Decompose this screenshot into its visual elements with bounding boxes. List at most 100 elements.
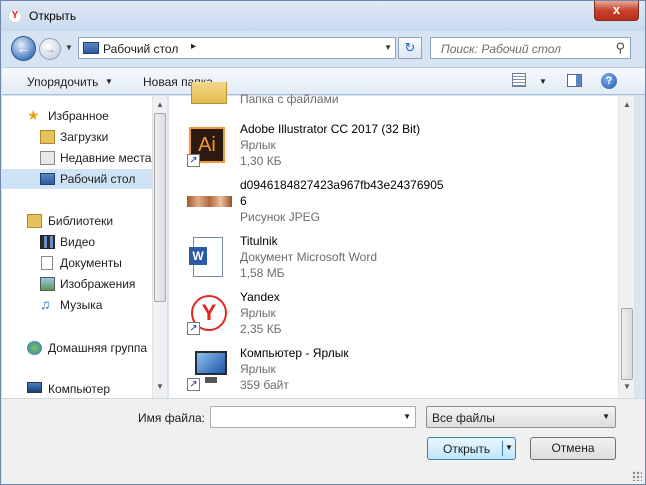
file-type: Ярлык [240,306,276,320]
nav-item-label: Рабочий стол [60,172,136,186]
nav-item-libraries[interactable]: Библиотеки [2,211,152,231]
filename-dropdown-icon[interactable]: ▼ [403,412,411,421]
refresh-button[interactable]: ↻ [398,37,422,59]
file-type: Документ Microsoft Word [240,250,378,264]
scroll-up-icon[interactable]: ▲ [156,100,164,109]
list-item[interactable]: d0946184827423a967fb43e24376905 6 Рисуно… [169,176,609,232]
shortcut-arrow-icon: ↗ [187,322,200,335]
illustrator-icon: Ai ↗ [187,125,229,167]
word-doc-icon: W [187,237,229,279]
images-icon [40,277,55,291]
nav-item-downloads[interactable]: Загрузки [2,127,152,147]
nav-item-label: Документы [60,256,122,270]
filetype-select[interactable]: Все файлы ▼ [426,406,616,428]
back-arrow-icon: ← [16,40,31,56]
scrollbar-thumb[interactable] [154,113,166,302]
nav-item-label: Библиотеки [48,214,114,228]
nav-item-label: Недавние места [60,151,152,165]
search-placeholder: Поиск: Рабочий стол [441,42,561,56]
desktop-icon [40,173,55,185]
window-border [634,96,645,398]
address-bar[interactable]: Рабочий стол ▸ ▼ [78,37,396,59]
nav-item-label: Загрузки [60,130,109,144]
file-list: Папка с файлами Ai ↗ Adobe Illustrator C… [169,82,618,400]
address-dropdown-icon[interactable]: ▼ [384,43,392,52]
file-name: Компьютер - Ярлык [240,346,349,360]
scroll-down-icon[interactable]: ▼ [156,382,164,391]
monitor-screen [195,351,227,375]
resize-grip-icon[interactable] [632,471,642,481]
open-button-label: Открыть [443,442,491,456]
word-logo: W [189,247,207,265]
nav-item-homegroup[interactable]: Домашняя группа [2,338,152,358]
organize-dropdown-icon[interactable]: ▼ [105,77,113,86]
filename-label: Имя файла: [138,411,205,425]
file-list-scrollbar[interactable]: ▲ ▼ [618,96,634,398]
file-name: Adobe Illustrator CC 2017 (32 Bit) [240,122,421,136]
nav-item-label: Музыка [60,298,103,312]
nav-item-label: Изображения [60,277,136,291]
monitor-stand [205,377,217,383]
open-dropdown-icon[interactable]: ▼ [505,443,513,452]
open-file-dialog: Y Открыть x ← → ▼ Рабочий стол ▸ ▼ ↻ Пои… [0,0,646,485]
homegroup-icon [27,341,42,355]
navigation-scrollbar[interactable]: ▲ ▼ [152,96,167,398]
file-name: Titulnik [240,234,278,248]
documents-icon [41,256,53,270]
shortcut-arrow-icon: ↗ [187,154,200,167]
recent-places-icon [40,151,55,165]
open-button[interactable]: Открыть ▼ [427,437,516,460]
image-thumbnail-icon [187,196,232,207]
filetype-dropdown-icon: ▼ [602,412,610,421]
search-input[interactable]: Поиск: Рабочий стол ⚲ [430,37,631,59]
forward-button[interactable]: → [39,38,61,60]
open-button-separator [502,441,503,456]
forward-arrow-icon: → [44,42,56,56]
nav-item-desktop[interactable]: Рабочий стол [2,169,152,189]
list-item[interactable]: Ai ↗ Adobe Illustrator CC 2017 (32 Bit) … [169,120,609,176]
list-item[interactable]: W Titulnik Документ Microsoft Word 1,58 … [169,232,609,288]
nav-item-documents[interactable]: Документы [2,253,152,273]
nav-item-label: Домашняя группа [48,341,148,355]
star-icon: ★ [27,107,40,123]
nav-item-label: Компьютер [48,382,111,396]
window-title: Открыть [29,9,77,23]
breadcrumb-chevron-icon[interactable]: ▸ [191,41,196,52]
nav-item-favorites[interactable]: ★ Избранное [2,106,152,126]
nav-item-computer[interactable]: Компьютер [2,379,152,399]
file-type: Папка с файлами [240,92,339,106]
scrollbar-thumb[interactable] [621,308,633,380]
folder-icon [191,82,227,104]
back-button[interactable]: ← [11,36,36,61]
file-size: 1,30 КБ [240,154,282,168]
shortcut-arrow-icon: ↗ [187,378,200,391]
nav-item-music[interactable]: ♫ Музыка [2,295,152,315]
scroll-up-icon[interactable]: ▲ [623,100,631,109]
close-button[interactable]: x [594,1,639,21]
music-icon: ♫ [40,296,51,312]
nav-item-video[interactable]: Видео [2,232,152,252]
video-icon [40,235,55,249]
title-bar: Y Открыть x [1,1,645,31]
filetype-value: Все файлы [432,411,495,425]
file-size: 1,58 МБ [240,266,285,280]
scroll-down-icon[interactable]: ▼ [623,382,631,391]
list-item[interactable]: Папка с файлами [169,82,609,110]
recent-locations-dropdown[interactable]: ▼ [65,43,73,52]
yandex-browser-icon: Y [8,9,22,23]
address-path[interactable]: Рабочий стол [103,42,178,56]
file-type: Ярлык [240,138,276,152]
nav-item-images[interactable]: Изображения [2,274,152,294]
list-item[interactable]: Y ↗ Yandex Ярлык 2,35 КБ [169,288,609,344]
file-type: Рисунок JPEG [240,210,320,224]
nav-item-recent-places[interactable]: Недавние места [2,148,152,168]
yandex-icon: Y ↗ [187,293,229,335]
file-name: Yandex [240,290,280,304]
computer-icon [27,382,42,393]
cancel-button[interactable]: Отмена [530,437,616,460]
filename-field[interactable]: ▼ [210,406,416,428]
file-type: Ярлык [240,362,276,376]
list-item[interactable]: ↗ Компьютер - Ярлык Ярлык 359 байт [169,344,609,400]
file-size: 359 байт [240,378,289,392]
organize-button[interactable]: Упорядочить [27,75,98,89]
